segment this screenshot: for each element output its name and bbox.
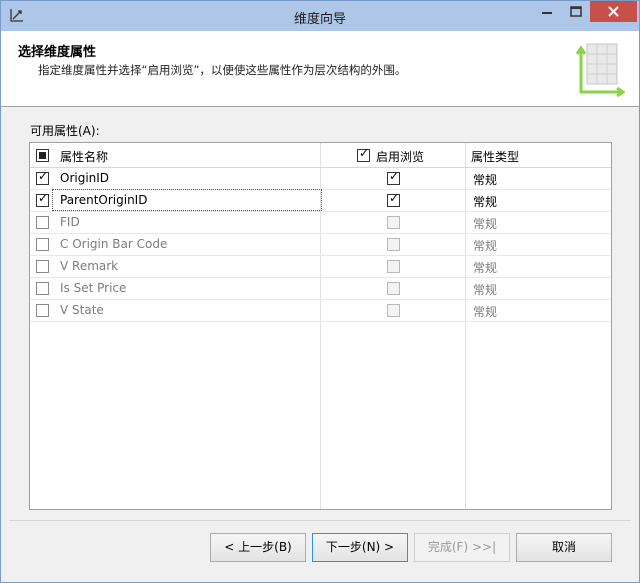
attribute-checkbox[interactable] [36, 216, 49, 229]
attribute-checkbox[interactable] [36, 304, 49, 317]
attribute-name: V State [60, 303, 104, 317]
attribute-name: C Origin Bar Code [60, 237, 168, 251]
enable-browse-checkbox [387, 216, 400, 229]
column-header-browse[interactable]: 启用浏览 [376, 148, 424, 165]
grid-header-row: 属性名称 ✓ 启用浏览 属性类型 [30, 143, 611, 168]
attribute-row[interactable]: V State 常规 [30, 299, 611, 322]
close-button[interactable] [590, 1, 637, 22]
attribute-name: ParentOriginID [60, 193, 148, 207]
column-header-type[interactable]: 属性类型 [471, 148, 519, 165]
attribute-name: OriginID [60, 171, 110, 185]
available-attributes-label: 可用属性(A): [30, 124, 100, 138]
footer-divider [9, 520, 631, 521]
enable-browse-checkbox [387, 238, 400, 251]
attributes-grid[interactable]: 属性名称 ✓ 启用浏览 属性类型 ✓ OriginID ✓ 常规 ✓ Paren… [29, 142, 612, 510]
attribute-type[interactable]: 常规 [473, 171, 497, 188]
page-title: 选择维度属性 [18, 45, 97, 60]
attribute-row[interactable]: V Remark 常规 [30, 255, 611, 278]
column-header-name[interactable]: 属性名称 [60, 148, 108, 165]
cancel-button[interactable]: 取消 [516, 533, 612, 562]
enable-browse-checkbox [387, 304, 400, 317]
attribute-checkbox[interactable] [36, 238, 49, 251]
attribute-checkbox[interactable]: ✓ [36, 170, 49, 185]
enable-browse-checkbox[interactable]: ✓ [387, 192, 400, 207]
select-all-checkbox[interactable] [36, 149, 49, 162]
finish-button[interactable]: 完成(F) >>| [414, 533, 510, 562]
wizard-header: 选择维度属性 指定维度属性并选择“启用浏览”，以便使这些属性作为层次结构的外围。 [1, 31, 639, 107]
attribute-checkbox[interactable]: ✓ [36, 192, 49, 207]
attribute-type: 常规 [473, 217, 498, 231]
attribute-checkbox[interactable] [36, 260, 49, 273]
attribute-type: 常规 [473, 261, 498, 275]
dimension-wizard-window: 维度向导 选择维度属性 指定维度属性并选择“启用浏览”，以便使这些属性作为层次结… [0, 0, 640, 583]
next-button[interactable]: 下一步(N) > [312, 533, 408, 562]
attribute-row[interactable]: Is Set Price 常规 [30, 277, 611, 300]
title-bar[interactable]: 维度向导 [1, 1, 639, 31]
enable-browse-checkbox [387, 282, 400, 295]
enable-browse-checkbox [387, 260, 400, 273]
browse-all-checkbox[interactable]: ✓ [357, 147, 370, 162]
attribute-row[interactable]: C Origin Bar Code 常规 [30, 233, 611, 256]
attribute-name: Is Set Price [60, 281, 127, 295]
attribute-type: 常规 [473, 283, 498, 297]
attribute-row[interactable]: ✓ OriginID ✓ 常规 [30, 167, 611, 190]
attribute-checkbox[interactable] [36, 282, 49, 295]
attribute-type: 常规 [473, 305, 498, 319]
minimize-icon[interactable] [533, 1, 561, 23]
attribute-name: FID [60, 215, 80, 229]
maximize-icon[interactable] [562, 1, 590, 23]
attribute-row[interactable]: ✓ ParentOriginID ✓ 常规 [30, 189, 611, 212]
page-description: 指定维度属性并选择“启用浏览”，以便使这些属性作为层次结构的外围。 [38, 63, 407, 77]
attribute-row[interactable]: FID 常规 [30, 211, 611, 234]
dimension-cube-icon [575, 43, 625, 98]
back-button[interactable]: < 上一步(B) [210, 533, 306, 562]
attribute-type: 常规 [473, 239, 498, 253]
close-icon [608, 6, 619, 17]
enable-browse-checkbox[interactable]: ✓ [387, 170, 400, 185]
attribute-name: V Remark [60, 259, 119, 273]
attribute-type[interactable]: 常规 [473, 193, 497, 210]
